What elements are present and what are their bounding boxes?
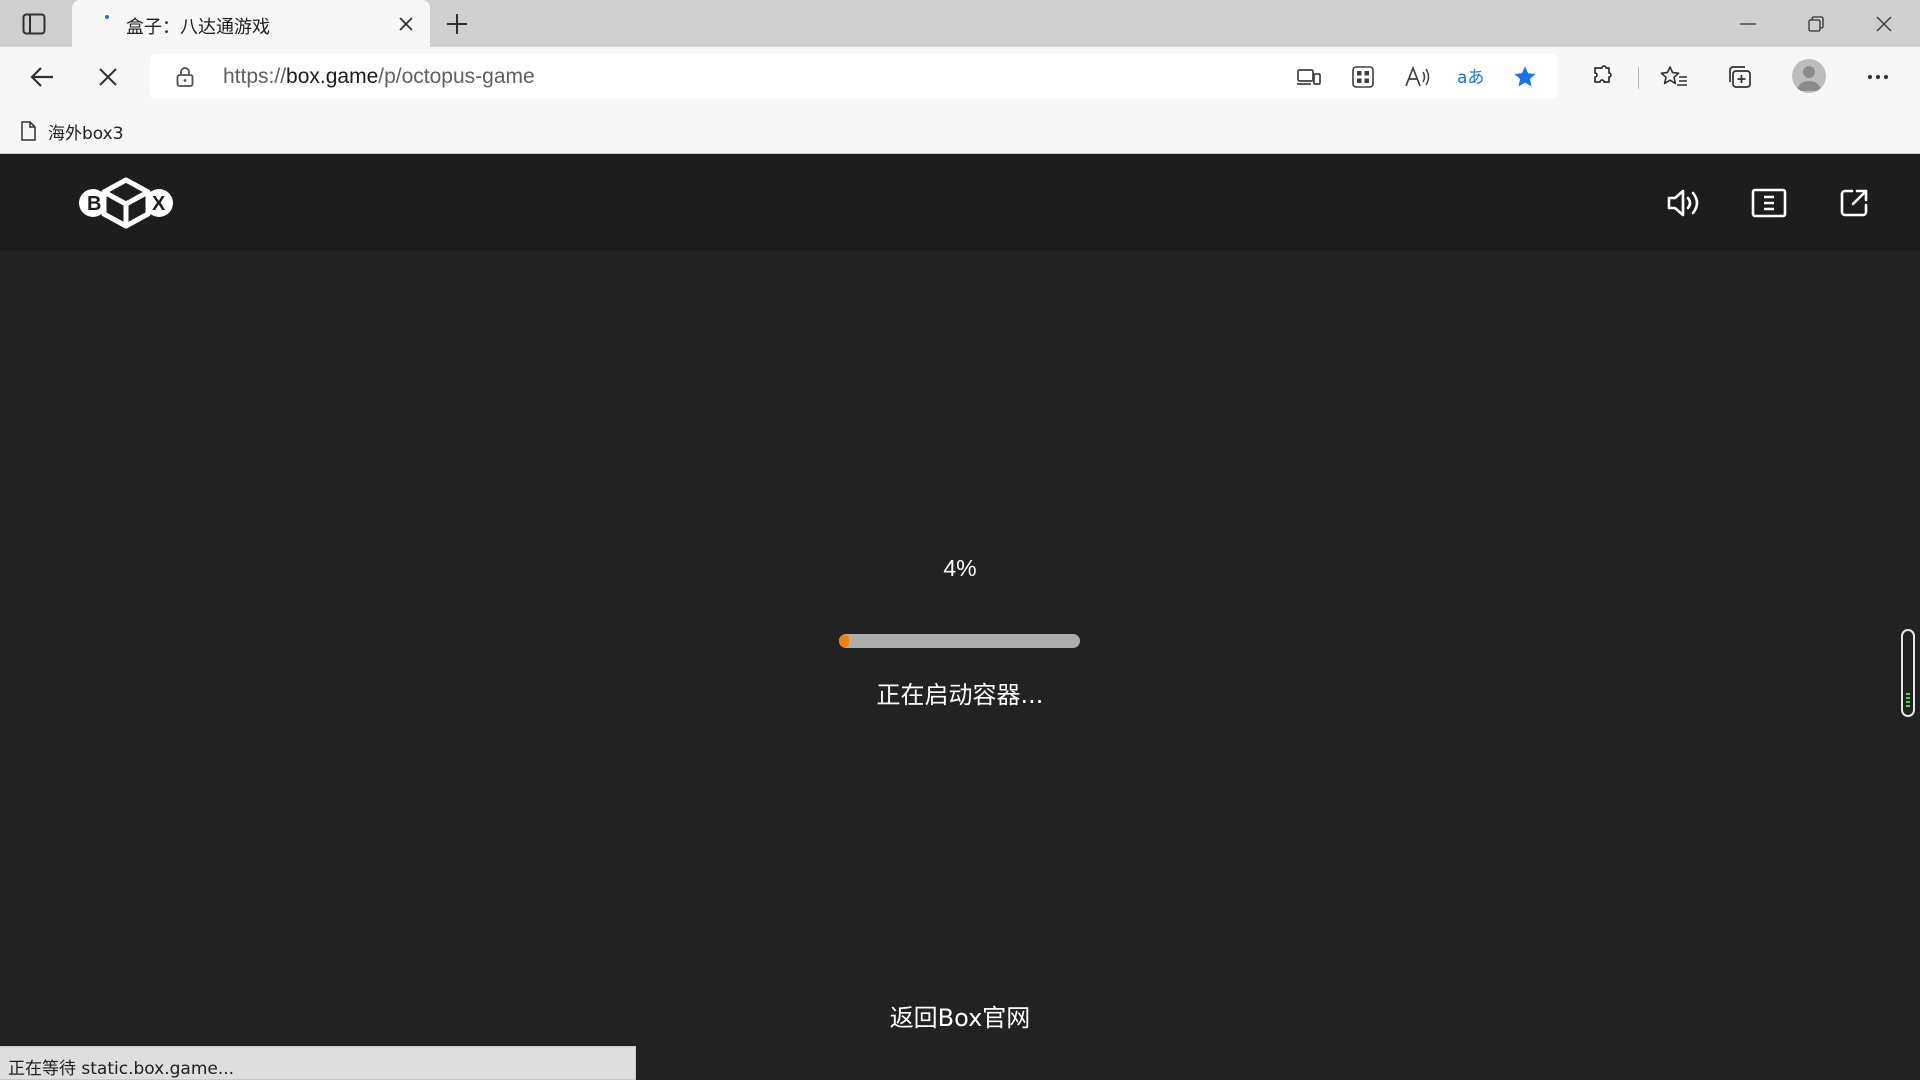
back-to-box-link[interactable]: 返回Box官网 bbox=[0, 998, 1920, 1033]
close-icon bbox=[399, 17, 413, 31]
browser-status-bar: 正在等待 static.box.game... bbox=[0, 1046, 636, 1080]
tab-actions-icon bbox=[22, 13, 46, 35]
loading-progress-bar bbox=[839, 634, 1080, 648]
translate-icon: aあ bbox=[1457, 68, 1484, 88]
minimize-icon bbox=[1740, 22, 1756, 25]
bookmark-item[interactable]: 海外box3 bbox=[20, 116, 124, 146]
tab-actions-button[interactable] bbox=[18, 10, 50, 38]
bookmarks-bar: 海外box3 bbox=[0, 107, 1920, 154]
close-window-button[interactable] bbox=[1850, 0, 1918, 47]
stop-loading-button[interactable] bbox=[88, 57, 128, 97]
svg-text:B: B bbox=[87, 193, 101, 215]
tab-close-button[interactable] bbox=[394, 12, 418, 36]
scroll-grip-icon bbox=[1906, 693, 1910, 709]
loading-percent: 4% bbox=[943, 555, 977, 581]
bookmark-label: 海外box3 bbox=[48, 123, 124, 144]
box-logo[interactable]: B X bbox=[78, 177, 174, 234]
lock-icon[interactable] bbox=[176, 66, 194, 88]
star-filled-icon bbox=[1514, 66, 1536, 87]
settings-more-button[interactable] bbox=[1858, 57, 1898, 97]
web-page: B X 4% 正在启动容器... 返回Box官网 bbox=[0, 155, 1920, 1080]
minimize-button[interactable] bbox=[1714, 0, 1782, 47]
more-horizontal-icon bbox=[1868, 75, 1888, 79]
open-external-icon bbox=[1840, 189, 1868, 217]
favorites-button[interactable] bbox=[1654, 57, 1694, 97]
close-icon bbox=[1876, 16, 1892, 31]
extensions-button[interactable] bbox=[1582, 57, 1622, 97]
split-screen-button[interactable] bbox=[1346, 62, 1380, 92]
translate-button[interactable]: aあ bbox=[1454, 62, 1488, 92]
loading-indicator-icon bbox=[105, 15, 109, 19]
profile-avatar[interactable] bbox=[1792, 59, 1826, 93]
url-path: /p/octopus-game bbox=[378, 65, 535, 88]
tab-title: 盒子：八达通游戏 bbox=[126, 17, 270, 38]
restore-icon bbox=[1808, 15, 1824, 32]
loading-progress-fill bbox=[839, 634, 849, 648]
read-aloud-button[interactable] bbox=[1400, 62, 1434, 92]
tab-strip: 盒子：八达通游戏 bbox=[0, 0, 1920, 48]
browser-toolbar: https://box.game/p/octopus-game aあ bbox=[0, 47, 1920, 107]
active-tab[interactable]: 盒子：八达通游戏 bbox=[72, 0, 430, 48]
box-logo-icon: B X bbox=[79, 177, 173, 229]
scroll-handle[interactable] bbox=[1901, 629, 1915, 717]
url-prefix: https:// bbox=[223, 65, 287, 88]
restore-button[interactable] bbox=[1782, 0, 1850, 47]
share-button[interactable] bbox=[1832, 183, 1876, 223]
person-icon bbox=[1797, 66, 1821, 91]
menu-button[interactable] bbox=[1747, 183, 1791, 223]
site-header: B X bbox=[0, 155, 1920, 251]
svg-text:aあ: aあ bbox=[1457, 68, 1484, 88]
back-button[interactable] bbox=[22, 57, 62, 97]
puzzle-icon bbox=[1594, 65, 1612, 83]
new-tab-button[interactable] bbox=[440, 8, 474, 40]
collections-icon bbox=[1729, 66, 1751, 88]
page-icon bbox=[21, 121, 36, 141]
read-aloud-icon bbox=[1405, 66, 1430, 87]
app-available-button[interactable] bbox=[1292, 62, 1326, 92]
url-text[interactable]: https://box.game/p/octopus-game bbox=[223, 65, 535, 89]
menu-icon bbox=[1751, 188, 1787, 218]
speaker-icon bbox=[1667, 189, 1699, 217]
arrow-left-icon bbox=[30, 67, 53, 87]
close-icon bbox=[99, 68, 117, 86]
grid-icon bbox=[1352, 66, 1374, 88]
app-install-icon bbox=[1297, 69, 1321, 85]
favorite-star-button[interactable] bbox=[1508, 62, 1542, 92]
address-bar[interactable]: https://box.game/p/octopus-game aあ bbox=[150, 54, 1558, 99]
status-text: 正在等待 static.box.game... bbox=[8, 1059, 235, 1079]
url-domain: box.game bbox=[286, 65, 379, 88]
toolbar-divider bbox=[1638, 67, 1639, 89]
sound-toggle-button[interactable] bbox=[1662, 183, 1706, 223]
plus-icon bbox=[447, 14, 467, 34]
loading-message: 正在启动容器... bbox=[876, 681, 1044, 709]
favorites-list-icon bbox=[1660, 66, 1687, 86]
collections-button[interactable] bbox=[1720, 57, 1760, 97]
svg-text:X: X bbox=[152, 193, 166, 215]
